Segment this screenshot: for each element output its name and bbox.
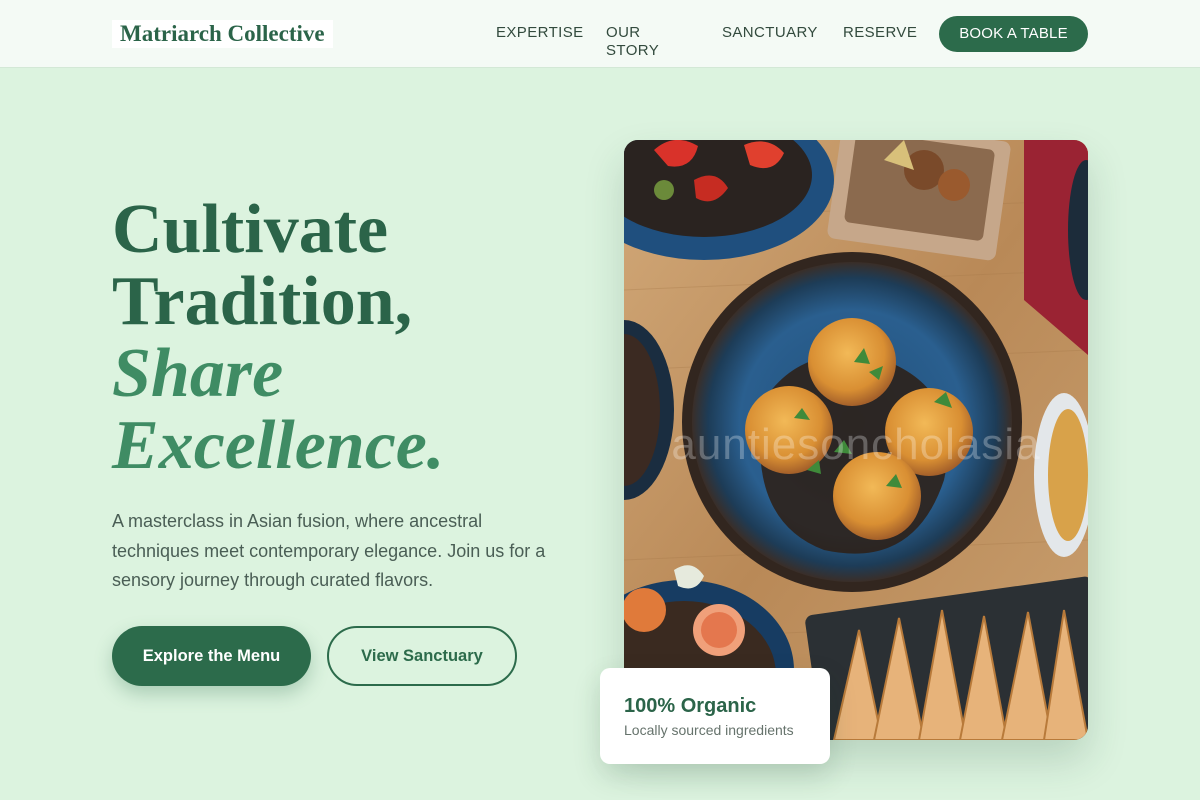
nav-our-story[interactable]: OUR STORY: [606, 24, 659, 60]
badge-subtitle: Locally sourced ingredients: [624, 722, 794, 738]
hero-title-line-4: Excellence.: [112, 410, 572, 482]
hero-title-line-2: Tradition,: [112, 263, 413, 340]
image-watermark: auntiesoncholasia: [671, 420, 1041, 469]
nav-expertise[interactable]: EXPERTISE: [496, 24, 584, 42]
nav-reserve[interactable]: RESERVE: [843, 24, 917, 42]
hero-description: A masterclass in Asian fusion, where anc…: [112, 511, 546, 590]
explore-menu-button[interactable]: Explore the Menu: [112, 626, 311, 686]
view-sanctuary-button[interactable]: View Sanctuary: [327, 626, 517, 686]
hero-title-line-1: Cultivate: [112, 191, 389, 268]
hero-title-excellence: Excellence: [112, 407, 427, 484]
hero-title: Cultivate Tradition, Share Excellence.: [112, 194, 572, 482]
hero-title-period: .: [426, 407, 445, 484]
badge-title: 100% Organic: [624, 695, 757, 717]
organic-badge-card: 100% Organic Locally sourced ingredients: [600, 668, 830, 764]
dumpling-1: [808, 318, 896, 406]
nav-sanctuary[interactable]: SANCTUARY: [722, 24, 818, 42]
logo[interactable]: Matriarch Collective: [112, 20, 333, 48]
hero-title-line-3: Share: [112, 335, 284, 412]
book-table-button[interactable]: BOOK A TABLE: [939, 16, 1088, 52]
site-header: Matriarch Collective EXPERTISE OUR STORY…: [0, 0, 1200, 68]
hero-food-image: auntiesoncholasia: [624, 140, 1088, 740]
